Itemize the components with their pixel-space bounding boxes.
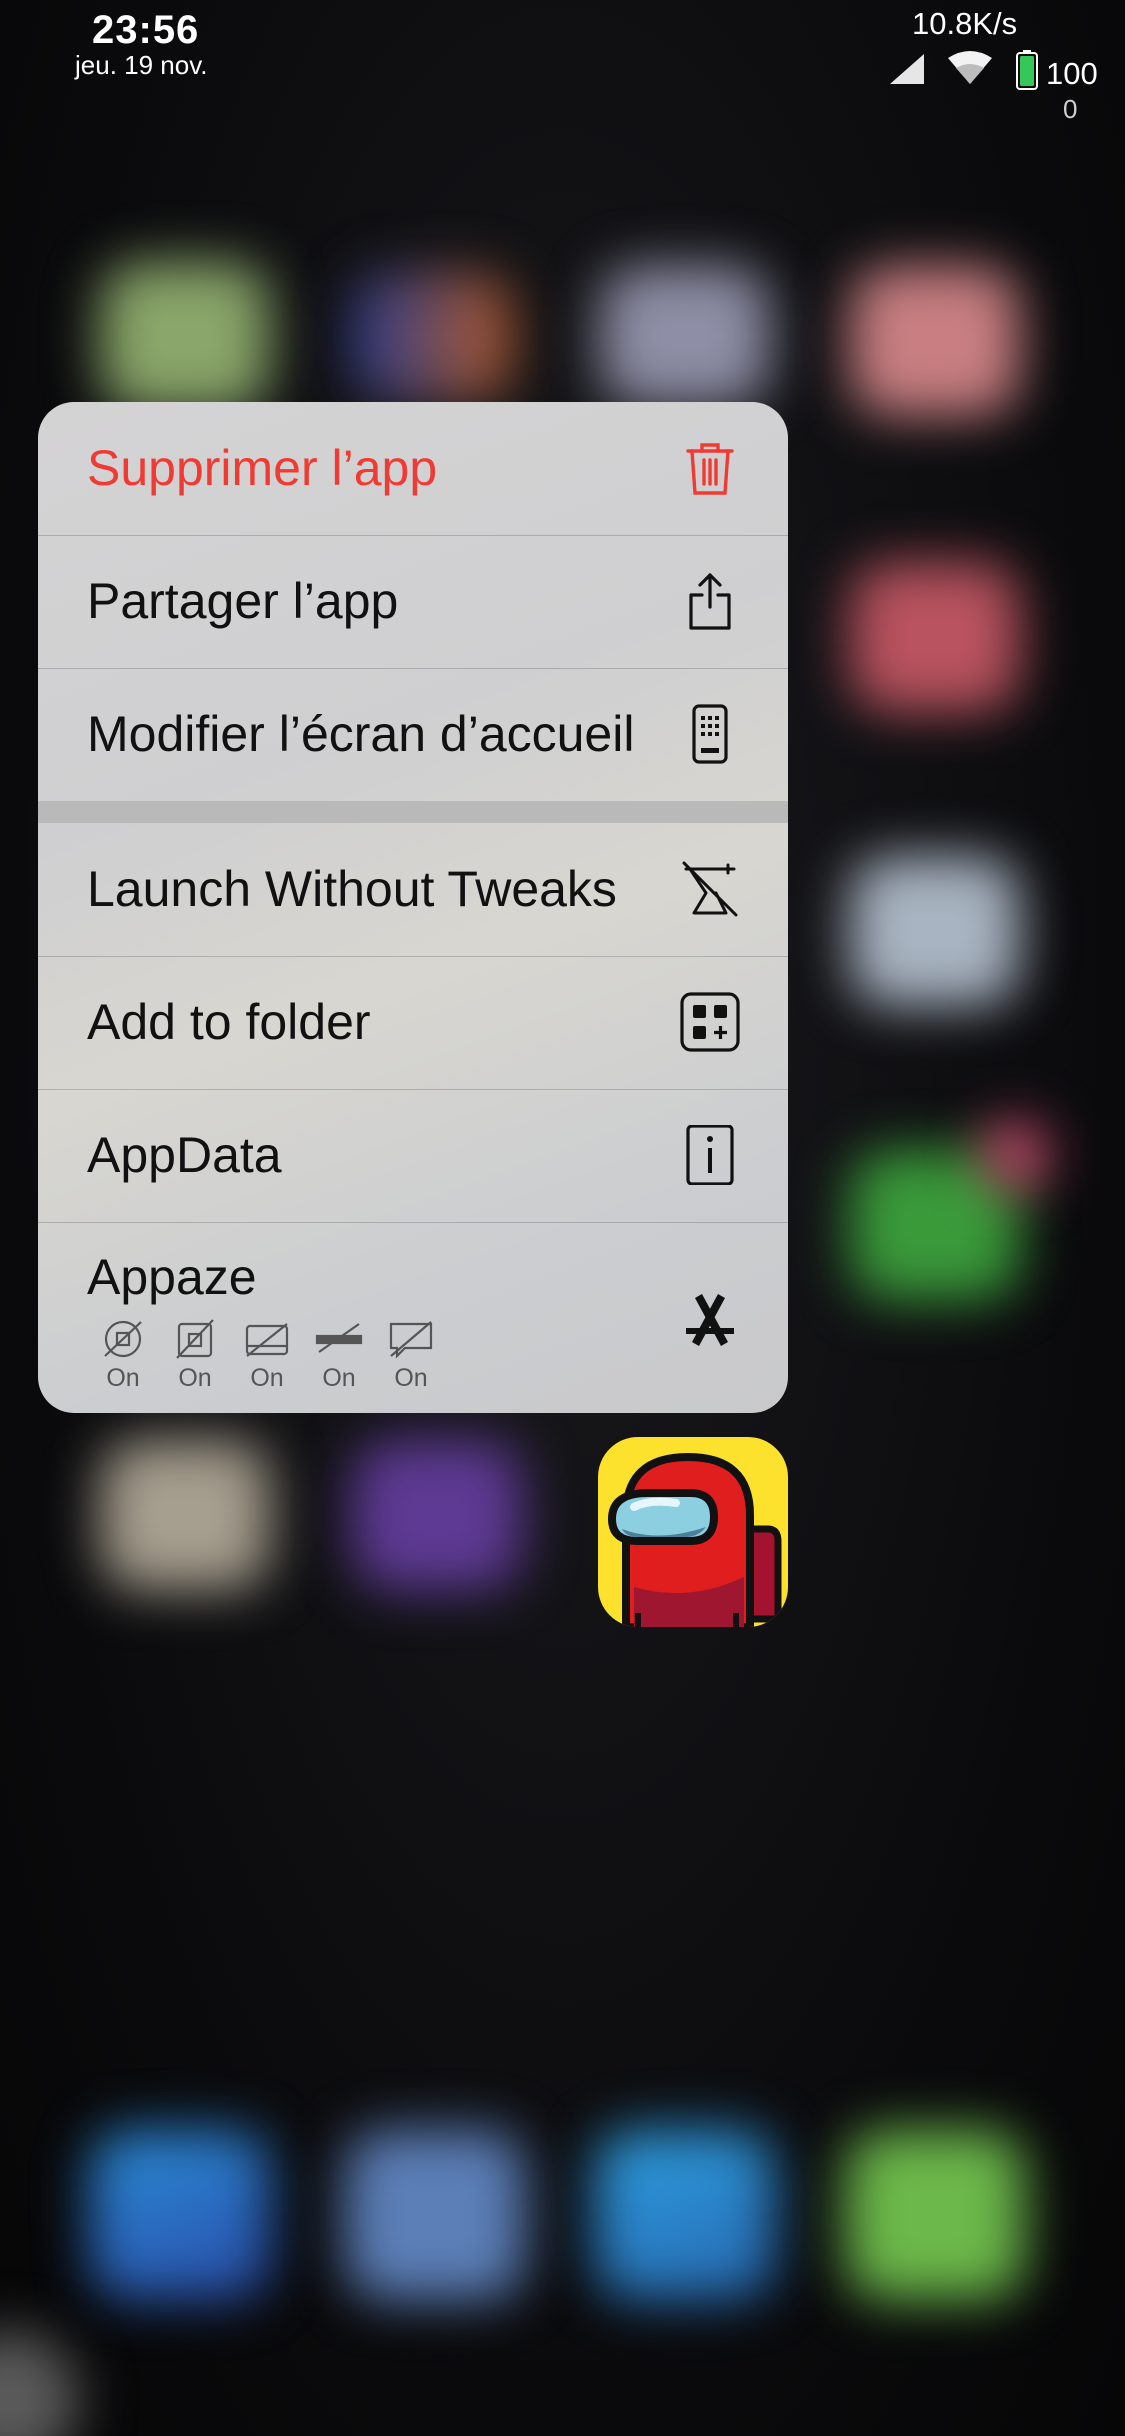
add-to-folder-item[interactable]: Add to folder: [38, 956, 788, 1090]
share-app-item[interactable]: Partager l’app: [38, 535, 788, 669]
app-store-icon: [686, 1294, 734, 1346]
blurred-app-icon: [600, 266, 770, 406]
no-strip-icon: [315, 1323, 363, 1353]
blurred-app-icon: [352, 1440, 522, 1590]
blurred-app-icon: [352, 272, 512, 402]
toggle-no-banner[interactable]: On: [237, 1318, 297, 1393]
menu-item-label: Supprimer l’app: [87, 440, 438, 496]
appaze-item[interactable]: Appaze On On On On On: [38, 1222, 788, 1413]
add-folder-icon: [680, 992, 740, 1052]
battery-sub-value: 0: [1063, 94, 1078, 124]
blurred-app-icon: [100, 1440, 270, 1590]
status-date: jeu. 19 nov.: [75, 50, 208, 80]
no-ads-square-icon: [176, 1319, 214, 1359]
toggle-no-popup[interactable]: On: [381, 1318, 441, 1393]
no-popup-icon: [389, 1321, 433, 1359]
blurred-dock-icon: [845, 2130, 1025, 2300]
toggle-no-strip[interactable]: On: [309, 1318, 369, 1393]
status-time: 23:56: [92, 8, 200, 52]
blurred-app-icon: [100, 262, 270, 412]
menu-item-label: Launch Without Tweaks: [87, 861, 617, 917]
menu-item-label: Partager l’app: [87, 573, 399, 629]
blurred-dock-icon: [90, 2130, 270, 2300]
toggle-state: On: [178, 1364, 212, 1392]
toggle-state: On: [106, 1364, 140, 1392]
menu-item-label: AppData: [87, 1127, 282, 1183]
appaze-title: Appaze: [87, 1249, 257, 1305]
toggle-state: On: [322, 1364, 356, 1392]
blurred-app-icon: [850, 562, 1020, 712]
toggle-state: On: [394, 1364, 428, 1392]
info-icon: [686, 1125, 734, 1185]
menu-section-separator: [38, 801, 788, 823]
menu-item-label: Add to folder: [87, 994, 371, 1050]
blurred-app-icon: [850, 856, 1020, 1006]
delete-app-item[interactable]: Supprimer l’app: [38, 402, 788, 536]
toggle-no-ads-square[interactable]: On: [165, 1318, 225, 1393]
trash-icon: [686, 443, 734, 495]
menu-item-label: Modifier l’écran d’accueil: [87, 706, 635, 762]
share-icon: [689, 573, 731, 630]
no-tweaks-icon: [682, 861, 738, 917]
no-ads-circle-icon: [104, 1320, 142, 1358]
among-us-app-icon[interactable]: [598, 1437, 788, 1627]
no-banner-icon: [245, 1323, 289, 1357]
toggle-no-ads-circle[interactable]: On: [93, 1318, 153, 1393]
phone-grid-icon: [692, 704, 728, 764]
blurred-badge: [980, 1120, 1050, 1190]
edit-home-screen-item[interactable]: Modifier l’écran d’accueil: [38, 668, 788, 802]
app-context-menu: Supprimer l’app Partager l’app Modifier …: [38, 402, 788, 1413]
battery-icon: [1016, 50, 1038, 90]
launch-without-tweaks-item[interactable]: Launch Without Tweaks: [38, 823, 788, 957]
wifi-icon: [948, 51, 992, 84]
blurred-corner: [0, 2330, 80, 2436]
blurred-dock-icon: [595, 2130, 775, 2300]
appdata-item[interactable]: AppData: [38, 1089, 788, 1223]
toggle-state: On: [250, 1364, 284, 1392]
battery-level: 100: [1046, 56, 1098, 91]
blurred-app-icon: [850, 266, 1020, 416]
cellular-signal-icon: [890, 54, 924, 84]
network-speed: 10.8K/s: [912, 6, 1018, 41]
blurred-dock-icon: [345, 2130, 525, 2300]
